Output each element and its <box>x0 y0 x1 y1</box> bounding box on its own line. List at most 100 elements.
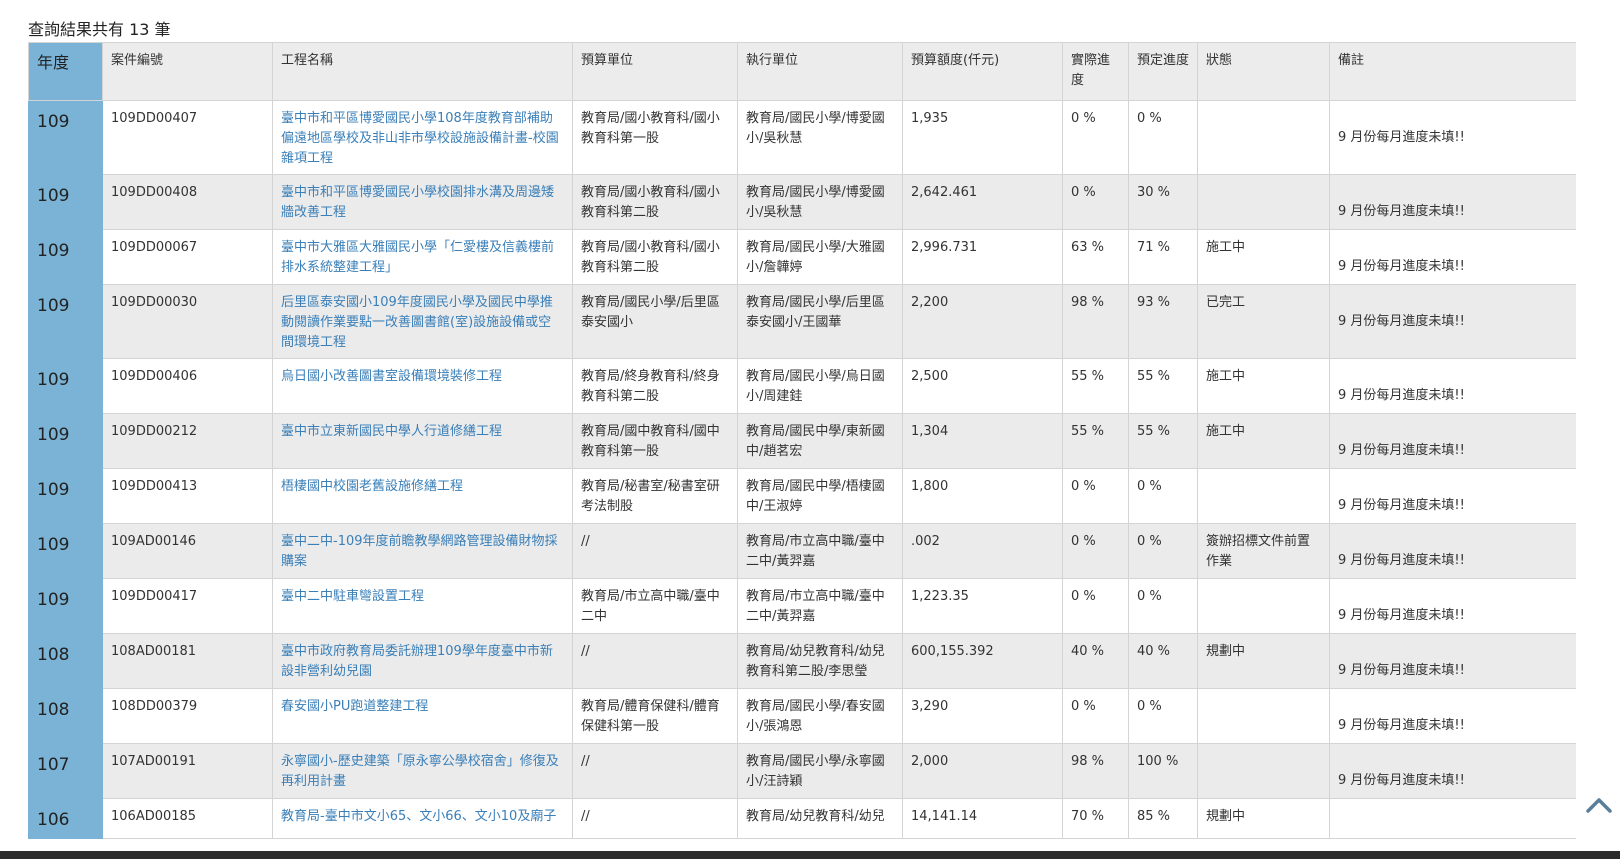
project-link[interactable]: 臺中市和平區博愛國民小學校園排水溝及周邊矮牆改善工程 <box>281 185 554 220</box>
cell-actual-progress: 98 % <box>1062 743 1129 799</box>
cell-status: 施工中 <box>1197 229 1330 285</box>
header-planned-progress: 預定進度 <box>1128 42 1198 101</box>
results-table: 年度 案件編號 工程名稱 預算單位 執行單位 預算額度(仟元) 實際進度 預定進… <box>28 42 1576 839</box>
project-link[interactable]: 臺中市政府教育局委託辦理109學年度臺中市新設非營利幼兒園 <box>281 644 553 679</box>
cell-status <box>1197 100 1330 175</box>
cell-status: 簽辦招標文件前置作業 <box>1197 523 1330 579</box>
header-budget-unit: 預算單位 <box>572 42 738 101</box>
cell-budget-amount: 1,304 <box>902 413 1063 469</box>
cell-status <box>1197 578 1330 634</box>
cell-actual-progress: 0 % <box>1062 174 1129 230</box>
cell-status: 已完工 <box>1197 284 1330 359</box>
cell-status <box>1197 688 1330 744</box>
project-link[interactable]: 臺中市大雅區大雅國民小學「仁愛樓及信義樓前排水系統整建工程」 <box>281 240 554 275</box>
cell-case-no: 108AD00181 <box>102 633 273 689</box>
cell-project-name: 梧棲國中校園老舊設施修繕工程 <box>272 468 573 524</box>
project-link[interactable]: 春安國小PU跑道整建工程 <box>281 699 428 714</box>
cell-status <box>1197 468 1330 524</box>
cell-actual-progress: 0 % <box>1062 523 1129 579</box>
project-link[interactable]: 梧棲國中校園老舊設施修繕工程 <box>281 479 463 494</box>
cell-planned-progress: 85 % <box>1128 798 1198 839</box>
cell-year: 109 <box>28 229 103 285</box>
cell-exec-unit: 教育局/國民中學/梧棲國中/王淑婷 <box>737 468 903 524</box>
header-year: 年度 <box>28 42 103 101</box>
cell-budget-unit: 教育局/國小教育科/國小教育科第一股 <box>572 100 738 175</box>
cell-planned-progress: 40 % <box>1128 633 1198 689</box>
header-case-no: 案件編號 <box>102 42 273 101</box>
table-row: 109 109DD00067 臺中市大雅區大雅國民小學「仁愛樓及信義樓前排水系統整建… <box>28 229 1576 285</box>
cell-project-name: 臺中二中-109年度前瞻教學網路管理設備財物採購案 <box>272 523 573 579</box>
cell-note: 9 月份每月進度未填!! <box>1329 523 1576 579</box>
cell-case-no: 109DD00407 <box>102 100 273 175</box>
cell-planned-progress: 0 % <box>1128 578 1198 634</box>
cell-status: 施工中 <box>1197 413 1330 469</box>
project-link[interactable]: 臺中二中-109年度前瞻教學網路管理設備財物採購案 <box>281 534 558 569</box>
project-link[interactable]: 臺中市和平區博愛國民小學108年度教育部補助偏遠地區學校及非山非市學校設施設備計… <box>281 111 559 166</box>
cell-budget-unit: // <box>572 523 738 579</box>
results-table-container: 年度 案件編號 工程名稱 預算單位 執行單位 預算額度(仟元) 實際進度 預定進… <box>28 42 1576 851</box>
cell-budget-unit: 教育局/秘書室/秘書室研考法制股 <box>572 468 738 524</box>
project-link[interactable]: 永寧國小-歷史建築「原永寧公學校宿舍」修復及再利用計畫 <box>281 754 559 789</box>
cell-exec-unit: 教育局/國民小學/博愛國小/吳秋慧 <box>737 100 903 175</box>
cell-budget-unit: 教育局/國小教育科/國小教育科第二股 <box>572 174 738 230</box>
cell-year: 109 <box>28 468 103 524</box>
cell-exec-unit: 教育局/國民小學/大雅國小/詹韡婷 <box>737 229 903 285</box>
project-link[interactable]: 教育局-臺中市文小65、文小66、文小10及廟子 <box>281 809 556 824</box>
header-note: 備註 <box>1329 42 1576 101</box>
cell-note <box>1329 798 1576 839</box>
cell-note: 9 月份每月進度未填!! <box>1329 413 1576 469</box>
project-link[interactable]: 臺中二中駐車彎設置工程 <box>281 589 424 604</box>
back-to-top-button[interactable] <box>1584 790 1614 820</box>
cell-budget-amount: 1,935 <box>902 100 1063 175</box>
cell-project-name: 永寧國小-歷史建築「原永寧公學校宿舍」修復及再利用計畫 <box>272 743 573 799</box>
cell-actual-progress: 55 % <box>1062 413 1129 469</box>
cell-planned-progress: 55 % <box>1128 358 1198 414</box>
cell-year: 109 <box>28 523 103 579</box>
cell-exec-unit: 教育局/幼兒教育科/幼兒教育科第二股/李思瑩 <box>737 633 903 689</box>
cell-budget-unit: 教育局/終身教育科/終身教育科第二股 <box>572 358 738 414</box>
table-row: 106 106AD00185 教育局-臺中市文小65、文小66、文小10及廟子 //教… <box>28 798 1576 839</box>
cell-year: 108 <box>28 688 103 744</box>
cell-note: 9 月份每月進度未填!! <box>1329 284 1576 359</box>
cell-note: 9 月份每月進度未填!! <box>1329 468 1576 524</box>
cell-actual-progress: 40 % <box>1062 633 1129 689</box>
cell-project-name: 臺中市和平區博愛國民小學108年度教育部補助偏遠地區學校及非山非市學校設施設備計… <box>272 100 573 175</box>
cell-actual-progress: 98 % <box>1062 284 1129 359</box>
cell-actual-progress: 63 % <box>1062 229 1129 285</box>
cell-note: 9 月份每月進度未填!! <box>1329 229 1576 285</box>
cell-case-no: 109AD00146 <box>102 523 273 579</box>
cell-year: 108 <box>28 633 103 689</box>
project-link[interactable]: 烏日國小改善圖書室設備環境裝修工程 <box>281 369 502 384</box>
table-row: 109 109DD00407 臺中市和平區博愛國民小學108年度教育部補助偏遠地區學… <box>28 100 1576 175</box>
cell-note: 9 月份每月進度未填!! <box>1329 578 1576 634</box>
cell-note: 9 月份每月進度未填!! <box>1329 688 1576 744</box>
cell-status: 規劃中 <box>1197 798 1330 839</box>
cell-project-name: 臺中二中駐車彎設置工程 <box>272 578 573 634</box>
cell-budget-amount: 2,200 <box>902 284 1063 359</box>
result-count: 查詢結果共有 13 筆 <box>28 20 171 39</box>
cell-case-no: 109DD00067 <box>102 229 273 285</box>
cell-project-name: 臺中市立東新國民中學人行道修繕工程 <box>272 413 573 469</box>
cell-budget-unit: 教育局/國民小學/后里區泰安國小 <box>572 284 738 359</box>
project-link[interactable]: 臺中市立東新國民中學人行道修繕工程 <box>281 424 502 439</box>
table-row: 109 109DD00030 后里區泰安國小109年度國民小學及國民中學推動閱讀作業… <box>28 284 1576 359</box>
cell-budget-unit: 教育局/國小教育科/國小教育科第二股 <box>572 229 738 285</box>
cell-note: 9 月份每月進度未填!! <box>1329 174 1576 230</box>
cell-budget-amount: 2,000 <box>902 743 1063 799</box>
cell-status <box>1197 174 1330 230</box>
table-row: 109 109DD00413 梧棲國中校園老舊設施修繕工程 教育局/秘書室/秘書室研考… <box>28 468 1576 524</box>
header-actual-progress: 實際進度 <box>1062 42 1129 101</box>
cell-case-no: 107AD00191 <box>102 743 273 799</box>
cell-year: 109 <box>28 578 103 634</box>
cell-planned-progress: 0 % <box>1128 688 1198 744</box>
cell-planned-progress: 55 % <box>1128 413 1198 469</box>
table-row: 109 109DD00417 臺中二中駐車彎設置工程 教育局/市立高中職/臺中二中 教育… <box>28 578 1576 634</box>
cell-actual-progress: 0 % <box>1062 688 1129 744</box>
cell-case-no: 109DD00212 <box>102 413 273 469</box>
cell-year: 109 <box>28 100 103 175</box>
cell-project-name: 教育局-臺中市文小65、文小66、文小10及廟子 <box>272 798 573 839</box>
cell-project-name: 春安國小PU跑道整建工程 <box>272 688 573 744</box>
cell-exec-unit: 教育局/國民小學/永寧國小/汪詩穎 <box>737 743 903 799</box>
project-link[interactable]: 后里區泰安國小109年度國民小學及國民中學推動閱讀作業要點一改善圖書館(室)設施… <box>281 295 553 350</box>
cell-case-no: 108DD00379 <box>102 688 273 744</box>
